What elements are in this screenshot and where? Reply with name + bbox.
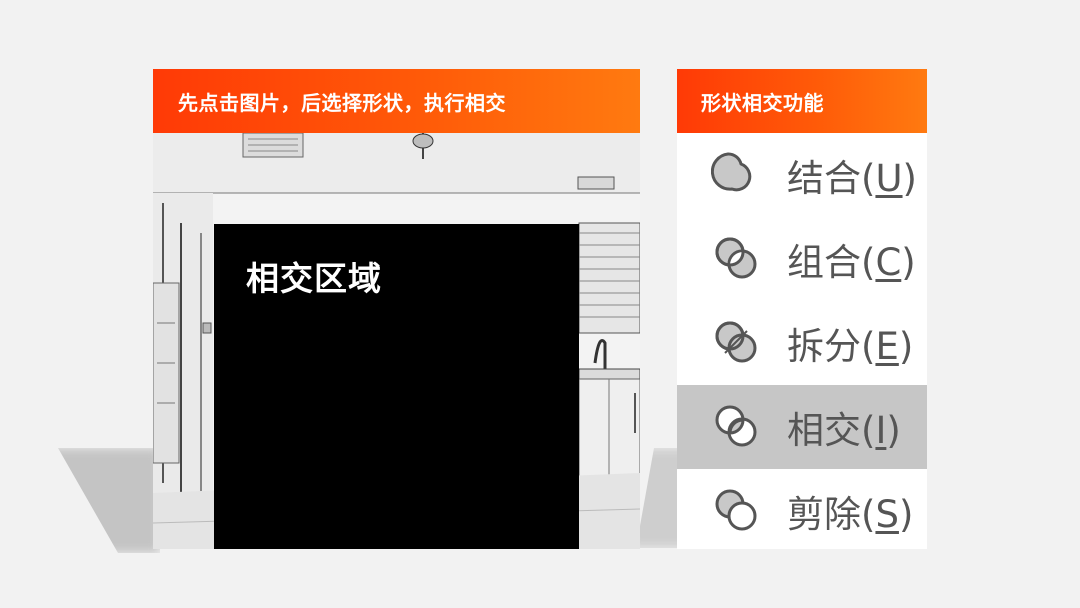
image-demo-panel: 先点击图片，后选择形状，执行相交 相交区域 (153, 69, 640, 549)
intersect-icon (715, 405, 757, 447)
menu-title-header: 形状相交功能 (677, 69, 927, 133)
menu-label-fragment: 拆分(E) (787, 325, 914, 368)
union-icon (711, 152, 752, 192)
combine-icon (715, 237, 757, 279)
menu-label-union: 结合(U) (787, 157, 917, 200)
intersect-region-shape[interactable]: 相交区域 (214, 224, 579, 549)
demo-instruction-header: 先点击图片，后选择形状，执行相交 (153, 69, 640, 133)
menu-item-subtract[interactable]: 剪除(S) (677, 469, 927, 549)
menu-item-fragment[interactable]: 拆分(E) (677, 301, 927, 385)
kitchen-sketch-image[interactable]: 相交区域 (153, 133, 640, 549)
menu-label-subtract: 剪除(S) (787, 493, 914, 536)
intersect-region-label: 相交区域 (246, 259, 382, 298)
fragment-icon (715, 321, 757, 363)
left-panel-shadow (58, 448, 160, 553)
menu-label-combine: 组合(C) (787, 241, 916, 284)
merge-shapes-menu: 形状相交功能 结合(U) 组合(C) 拆分(E) 相交(I) 剪除(S) (677, 69, 927, 549)
subtract-icon (715, 489, 757, 531)
menu-label-intersect: 相交(I) (787, 409, 901, 452)
menu-item-union[interactable]: 结合(U) (677, 133, 927, 217)
menu-item-combine[interactable]: 组合(C) (677, 217, 927, 301)
menu-item-intersect[interactable]: 相交(I) (677, 385, 927, 469)
